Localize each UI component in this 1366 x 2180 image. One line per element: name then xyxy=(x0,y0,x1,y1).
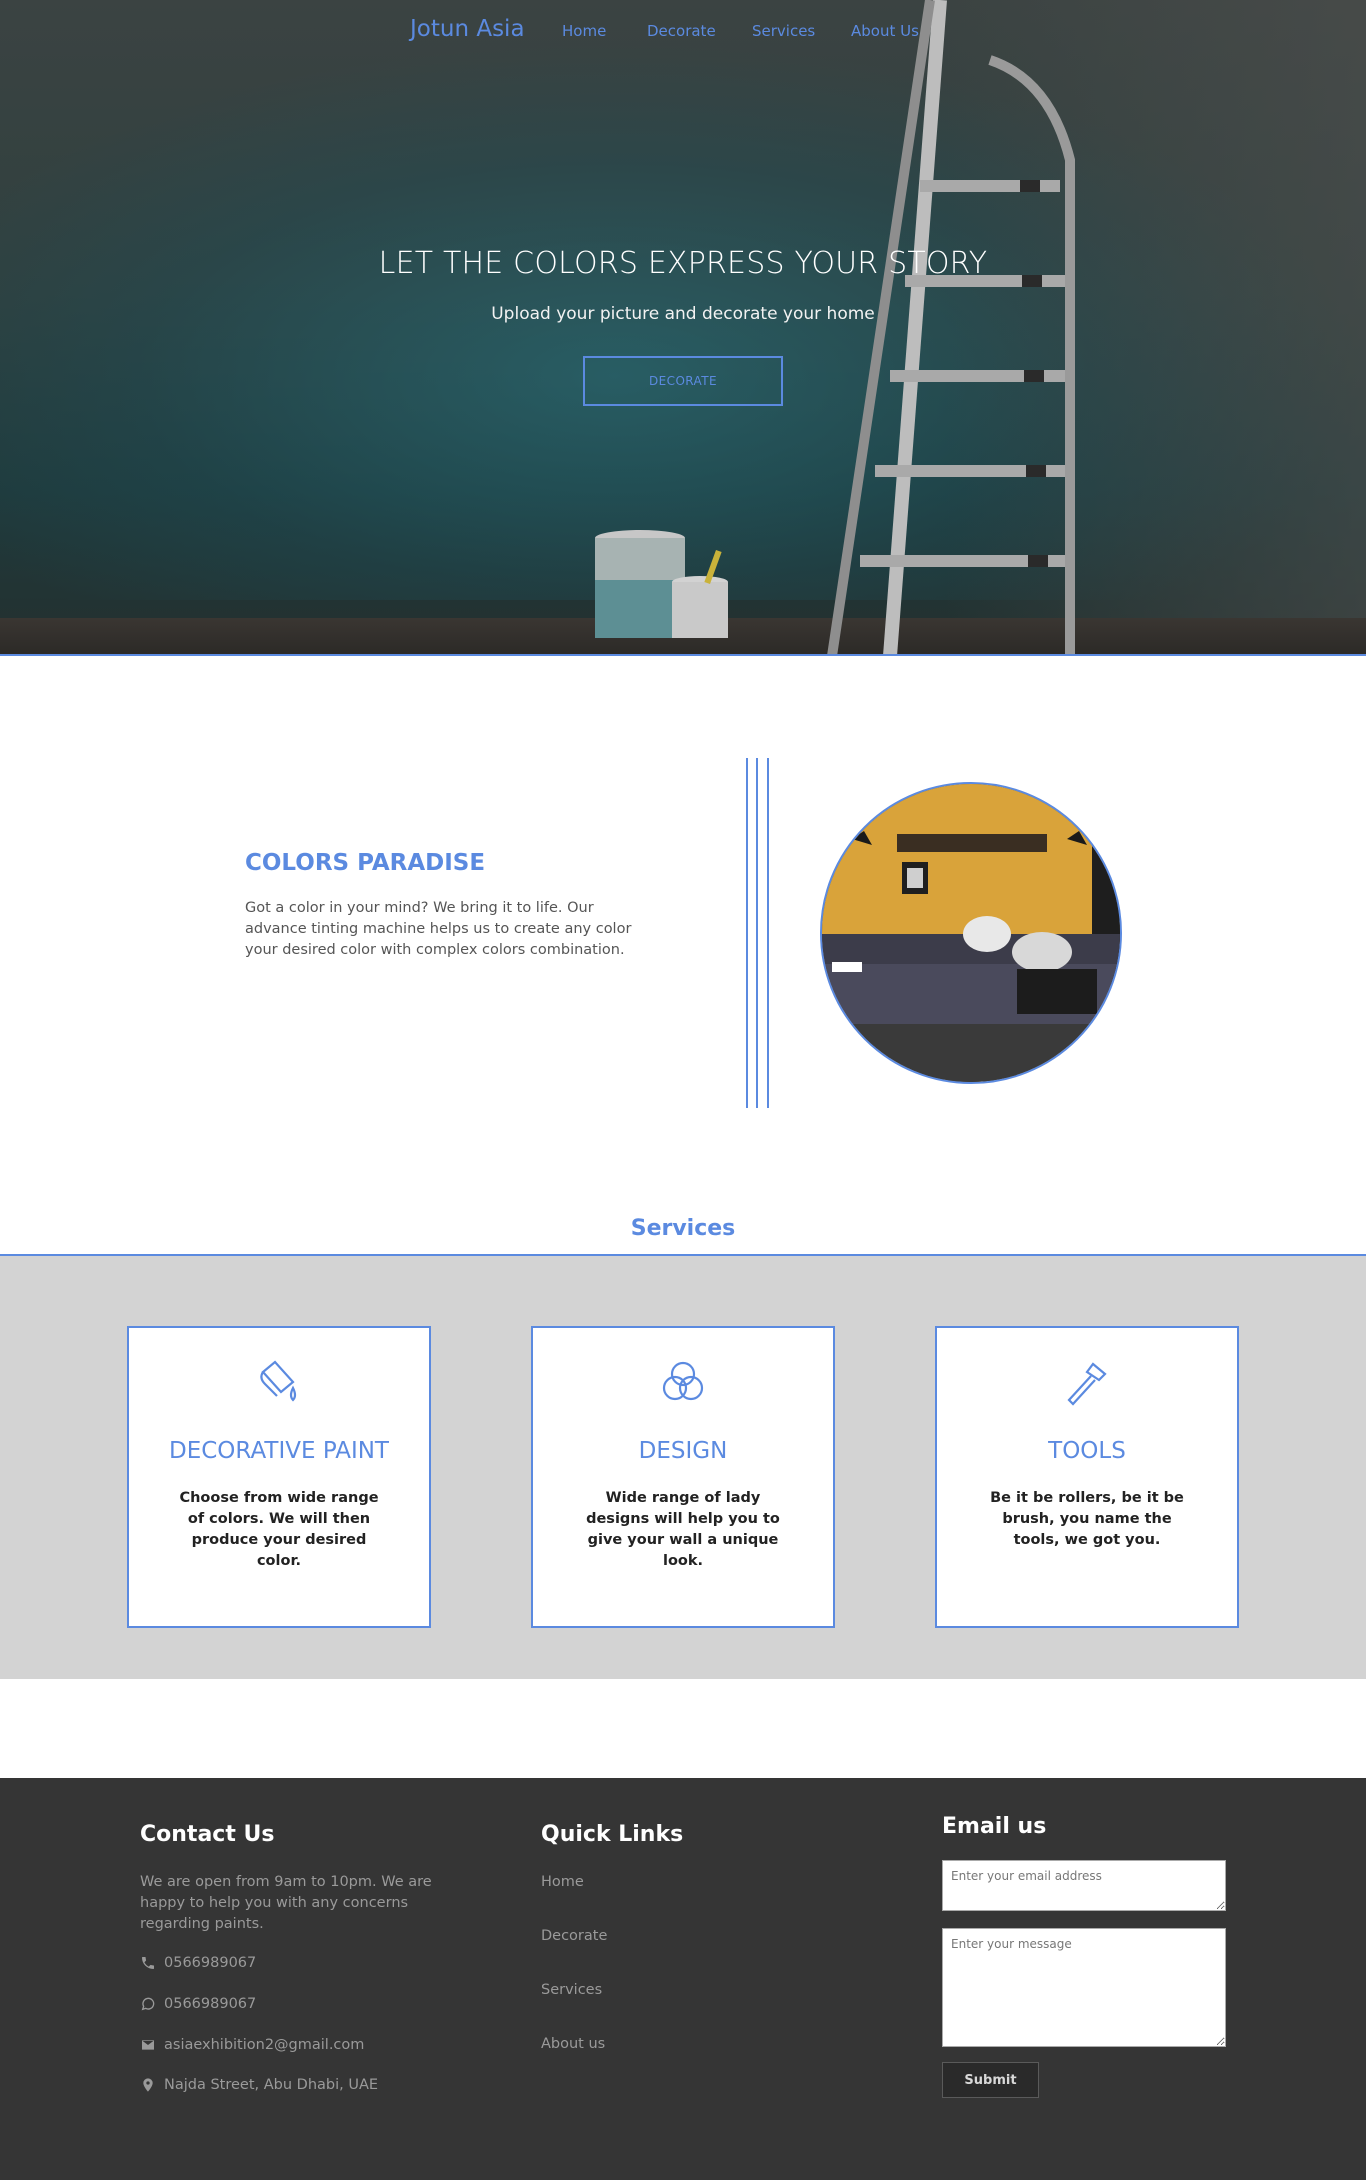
top-nav: Jotun Asia Home Decorate Services About … xyxy=(0,0,1366,62)
service-title: DECORATIVE PAINT xyxy=(169,1438,389,1464)
service-card-decorative-paint[interactable]: DECORATIVE PAINT Choose from wide range … xyxy=(127,1326,431,1628)
hero-subtitle: Upload your picture and decorate your ho… xyxy=(491,304,875,324)
nav-services[interactable]: Services xyxy=(752,22,815,40)
hero-title: LET THE COLORS EXPRESS YOUR STORY xyxy=(378,246,988,281)
color-circles-icon xyxy=(533,1358,833,1406)
nav-decorate[interactable]: Decorate xyxy=(647,22,716,40)
contact-us-text: We are open from 9am to 10pm. We are hap… xyxy=(140,1874,432,1932)
service-text: Wide range of lady designs will help you… xyxy=(586,1490,780,1569)
footer-link-home[interactable]: Home xyxy=(541,1874,584,1890)
ladder-image xyxy=(827,0,1075,654)
divider-line xyxy=(746,758,748,1108)
contact-whatsapp[interactable]: 0566989067 xyxy=(140,1996,256,2012)
whatsapp-number: 0566989067 xyxy=(164,1996,257,2012)
email-address: asiaexhibition2@gmail.com xyxy=(164,2037,365,2053)
living-room-image xyxy=(820,782,1122,1084)
message-field[interactable] xyxy=(942,1928,1226,2047)
contact-phone[interactable]: 0566989067 xyxy=(140,1955,256,1971)
contact-us-heading: Contact Us xyxy=(140,1822,275,1847)
service-card-design[interactable]: DESIGN Wide range of lady designs will h… xyxy=(531,1326,835,1628)
footer-link-about-us[interactable]: About us xyxy=(541,2036,605,2052)
phone-number: 0566989067 xyxy=(164,1955,257,1971)
paint-bucket-icon xyxy=(129,1358,429,1406)
whatsapp-icon xyxy=(141,1997,155,2011)
hero-section: Jotun Asia Home Decorate Services About … xyxy=(0,0,1366,656)
brand-logo[interactable]: Jotun Asia xyxy=(410,16,525,42)
hammer-icon xyxy=(937,1358,1237,1406)
location-pin-icon xyxy=(143,2078,153,2092)
service-title: TOOLS xyxy=(1048,1438,1126,1464)
contact-email[interactable]: asiaexhibition2@gmail.com xyxy=(140,2037,364,2053)
contact-address: Najda Street, Abu Dhabi, UAE xyxy=(140,2077,378,2093)
address-text: Najda Street, Abu Dhabi, UAE xyxy=(164,2077,379,2093)
divider-line xyxy=(767,758,769,1108)
email-field[interactable] xyxy=(942,1860,1226,1911)
service-text: Be it be rollers, be it be brush, you na… xyxy=(990,1490,1184,1548)
submit-button[interactable]: Submit xyxy=(942,2062,1039,2098)
service-card-tools[interactable]: TOOLS Be it be rollers, be it be brush, … xyxy=(935,1326,1239,1628)
quick-links-heading: Quick Links xyxy=(541,1822,684,1847)
paint-cans-image xyxy=(595,530,728,638)
mail-icon xyxy=(142,2040,154,2050)
paradise-title: COLORS PARADISE xyxy=(245,850,486,876)
service-title: DESIGN xyxy=(638,1438,728,1464)
phone-icon xyxy=(142,1957,154,1969)
service-text: Choose from wide range of colors. We wil… xyxy=(179,1490,379,1569)
nav-home[interactable]: Home xyxy=(562,22,606,40)
services-title: Services xyxy=(630,1216,736,1241)
nav-about-us[interactable]: About Us xyxy=(851,22,919,40)
paradise-text: Got a color in your mind? We bring it to… xyxy=(245,900,632,958)
footer-link-services[interactable]: Services xyxy=(541,1982,602,1998)
decorate-button[interactable]: DECORATE xyxy=(583,356,783,406)
divider-line xyxy=(756,758,758,1108)
living-room-illustration xyxy=(822,784,1120,1082)
footer-link-decorate[interactable]: Decorate xyxy=(541,1928,607,1944)
email-us-heading: Email us xyxy=(942,1814,1047,1839)
